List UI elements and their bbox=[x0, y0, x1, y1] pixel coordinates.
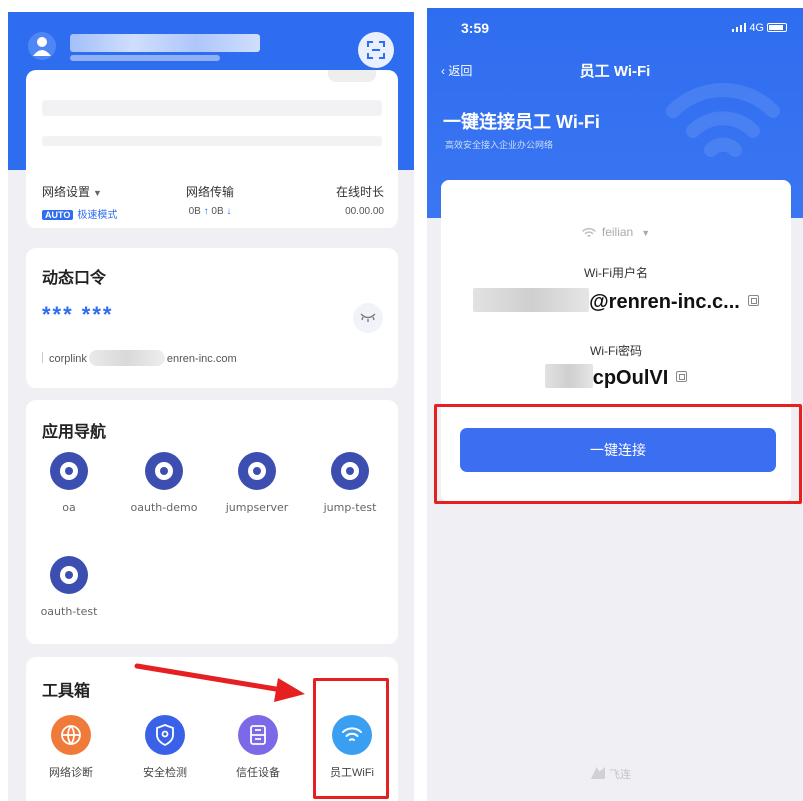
app-globe-icon bbox=[145, 452, 183, 490]
tool-label: 信任设备 bbox=[236, 767, 280, 779]
transfer-values: 0B ↑ 0B ↓ bbox=[186, 206, 234, 217]
wifi-tool-highlight-box bbox=[313, 678, 389, 799]
status-right: 4G bbox=[732, 22, 787, 34]
auto-badge: AUTO bbox=[42, 210, 74, 220]
app-item-oauth-demo[interactable]: oauth-demo bbox=[121, 452, 207, 514]
battery-icon bbox=[767, 23, 787, 32]
caret-down-icon: ▼ bbox=[641, 228, 651, 238]
globe-icon bbox=[51, 715, 91, 755]
blurred-username bbox=[473, 288, 590, 312]
tool-network-diagnose[interactable]: 网络诊断 bbox=[28, 715, 114, 780]
account-suffix: enren-inc.com bbox=[166, 353, 237, 365]
network-type: 4G bbox=[749, 22, 764, 34]
otp-account: corplink enren-inc.com bbox=[42, 350, 237, 366]
tool-label: 网络诊断 bbox=[49, 767, 93, 779]
blurred-account bbox=[88, 350, 165, 366]
blurred-user-detail bbox=[70, 55, 220, 61]
divider bbox=[42, 352, 43, 363]
app-item-jump-test[interactable]: jump-test bbox=[307, 452, 393, 514]
brand-logo-icon bbox=[591, 767, 605, 779]
toolbox-title: 工具箱 bbox=[42, 683, 91, 700]
app-label: jumpserver bbox=[225, 501, 289, 514]
password-value: cpOulVI bbox=[592, 367, 669, 389]
brand-name: 飞连 bbox=[609, 769, 631, 781]
apps-title: 应用导航 bbox=[42, 424, 107, 441]
password-label: Wi-Fi密码 bbox=[590, 344, 642, 358]
mode-row: AUTO 极速模式 bbox=[42, 206, 117, 221]
page-subheading: 高效安全接入企业办公网络 bbox=[445, 140, 554, 150]
online-value: 00.00.00 bbox=[345, 206, 384, 217]
app-item-oa[interactable]: oa bbox=[26, 452, 112, 514]
app-globe-icon bbox=[50, 556, 88, 594]
otp-title: 动态口令 bbox=[42, 270, 107, 287]
otp-code: *** *** bbox=[42, 302, 114, 327]
caret-down-icon: ▼ bbox=[93, 188, 102, 198]
username-value: @renren-inc.c... bbox=[589, 291, 740, 313]
download-value: 0B bbox=[211, 206, 224, 217]
status-time: 3:59 bbox=[461, 20, 490, 36]
connection-stats-card: 网络设置 ▼ AUTO 极速模式 网络传输 0B ↑ 0B ↓ 在线时长 00.00… bbox=[26, 70, 398, 228]
wifi-icon bbox=[582, 228, 596, 237]
status-bar: 3:59 4G bbox=[427, 18, 803, 42]
app-item-jumpserver[interactable]: jumpserver bbox=[214, 452, 300, 514]
scan-icon[interactable] bbox=[358, 32, 394, 68]
app-label: oauth-demo bbox=[130, 501, 198, 514]
app-label: oa bbox=[62, 501, 76, 514]
blurred-username bbox=[70, 34, 260, 52]
transfer-label: 网络传输 bbox=[186, 185, 235, 199]
blurred-password bbox=[544, 364, 593, 388]
app-globe-icon bbox=[50, 452, 88, 490]
nav-title: 员工 Wi-Fi bbox=[579, 63, 651, 80]
device-icon bbox=[238, 715, 278, 755]
app-item-oauth-test[interactable]: oauth-test bbox=[26, 556, 112, 618]
copy-icon[interactable] bbox=[747, 295, 759, 306]
ssid-selector[interactable]: feilian ▼ bbox=[441, 225, 791, 239]
placeholder-bar bbox=[42, 100, 382, 116]
placeholder-bar bbox=[42, 136, 382, 146]
user-avatar[interactable] bbox=[28, 32, 56, 60]
network-settings[interactable]: 网络设置 ▼ AUTO 极速模式 bbox=[42, 183, 117, 221]
copy-icon[interactable] bbox=[676, 371, 688, 382]
tool-security-check[interactable]: 安全检测 bbox=[122, 715, 208, 780]
username-field: @renren-inc.c... bbox=[441, 288, 791, 314]
username-label: Wi-Fi用户名 bbox=[584, 266, 648, 280]
connect-highlight-box bbox=[434, 404, 802, 504]
card-tab bbox=[328, 70, 376, 82]
upload-value: 0B bbox=[188, 206, 201, 217]
app-globe-icon bbox=[238, 452, 276, 490]
network-transfer: 网络传输 0B ↑ 0B ↓ bbox=[186, 183, 234, 217]
password-field: cpOulVI bbox=[441, 364, 791, 390]
arrow-up-icon: ↑ bbox=[200, 206, 212, 217]
page-heading: 一键连接员工 Wi-Fi bbox=[443, 112, 600, 132]
account-prefix: corplink bbox=[49, 353, 87, 365]
app-label: oauth-test bbox=[40, 605, 98, 618]
app-label: jump-test bbox=[323, 501, 377, 514]
online-duration: 在线时长 00.00.00 bbox=[336, 183, 384, 217]
online-label: 在线时长 bbox=[335, 185, 384, 199]
network-settings-label: 网络设置 bbox=[42, 185, 91, 199]
ssid-name: feilian bbox=[601, 225, 634, 239]
app-globe-icon bbox=[331, 452, 369, 490]
signal-icon bbox=[732, 23, 747, 32]
arrow-down-icon: ↓ bbox=[223, 206, 232, 217]
shield-icon bbox=[145, 715, 185, 755]
app-navigation-card: 应用导航 oa oauth-demo jumpserver jump-test … bbox=[26, 400, 398, 644]
dynamic-token-card: 动态口令 *** *** corplink enren-inc.com bbox=[26, 248, 398, 388]
tool-trusted-device[interactable]: 信任设备 bbox=[215, 715, 301, 780]
eye-closed-icon[interactable] bbox=[353, 303, 383, 333]
footer-brand: 飞连 bbox=[591, 766, 631, 782]
speed-mode-label: 极速模式 bbox=[77, 210, 118, 221]
tool-label: 安全检测 bbox=[143, 767, 187, 779]
